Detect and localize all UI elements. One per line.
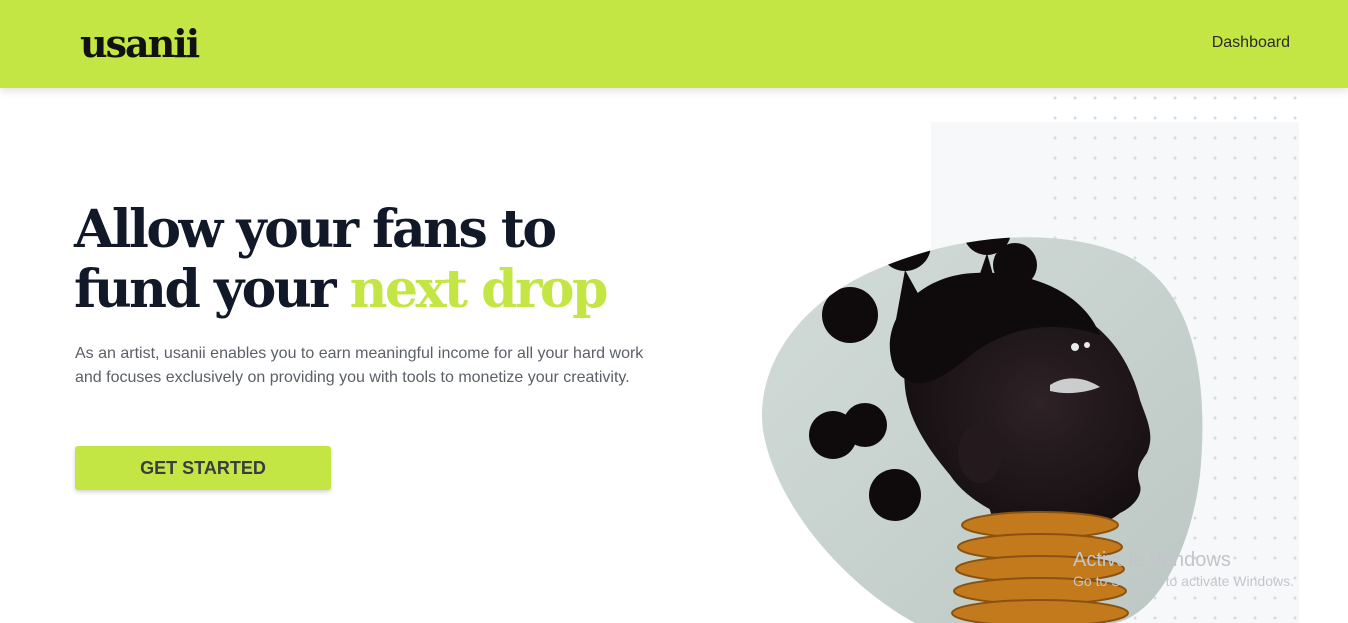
os-activation-watermark: Activate Windows Go to Settings to activ… <box>1073 548 1294 590</box>
nav-dashboard-link[interactable]: Dashboard <box>1212 34 1290 52</box>
hero-title-line2-prefix: fund your <box>74 259 350 320</box>
top-header: usanii Dashboard <box>0 0 1348 88</box>
hero-title-accent: next drop <box>349 259 609 320</box>
watermark-title: Activate Windows <box>1073 549 1231 571</box>
get-started-button[interactable]: GET STARTED <box>75 446 331 490</box>
watermark-subtitle: Go to Settings to activate Windows. <box>1073 573 1294 589</box>
hero-description: As an artist, usanii enables you to earn… <box>75 345 644 386</box>
hero-title: Allow your fans to fund your next drop <box>74 200 694 320</box>
hero-title-line1: Allow your fans to <box>74 199 557 260</box>
brand-logo[interactable]: usanii <box>80 22 200 66</box>
